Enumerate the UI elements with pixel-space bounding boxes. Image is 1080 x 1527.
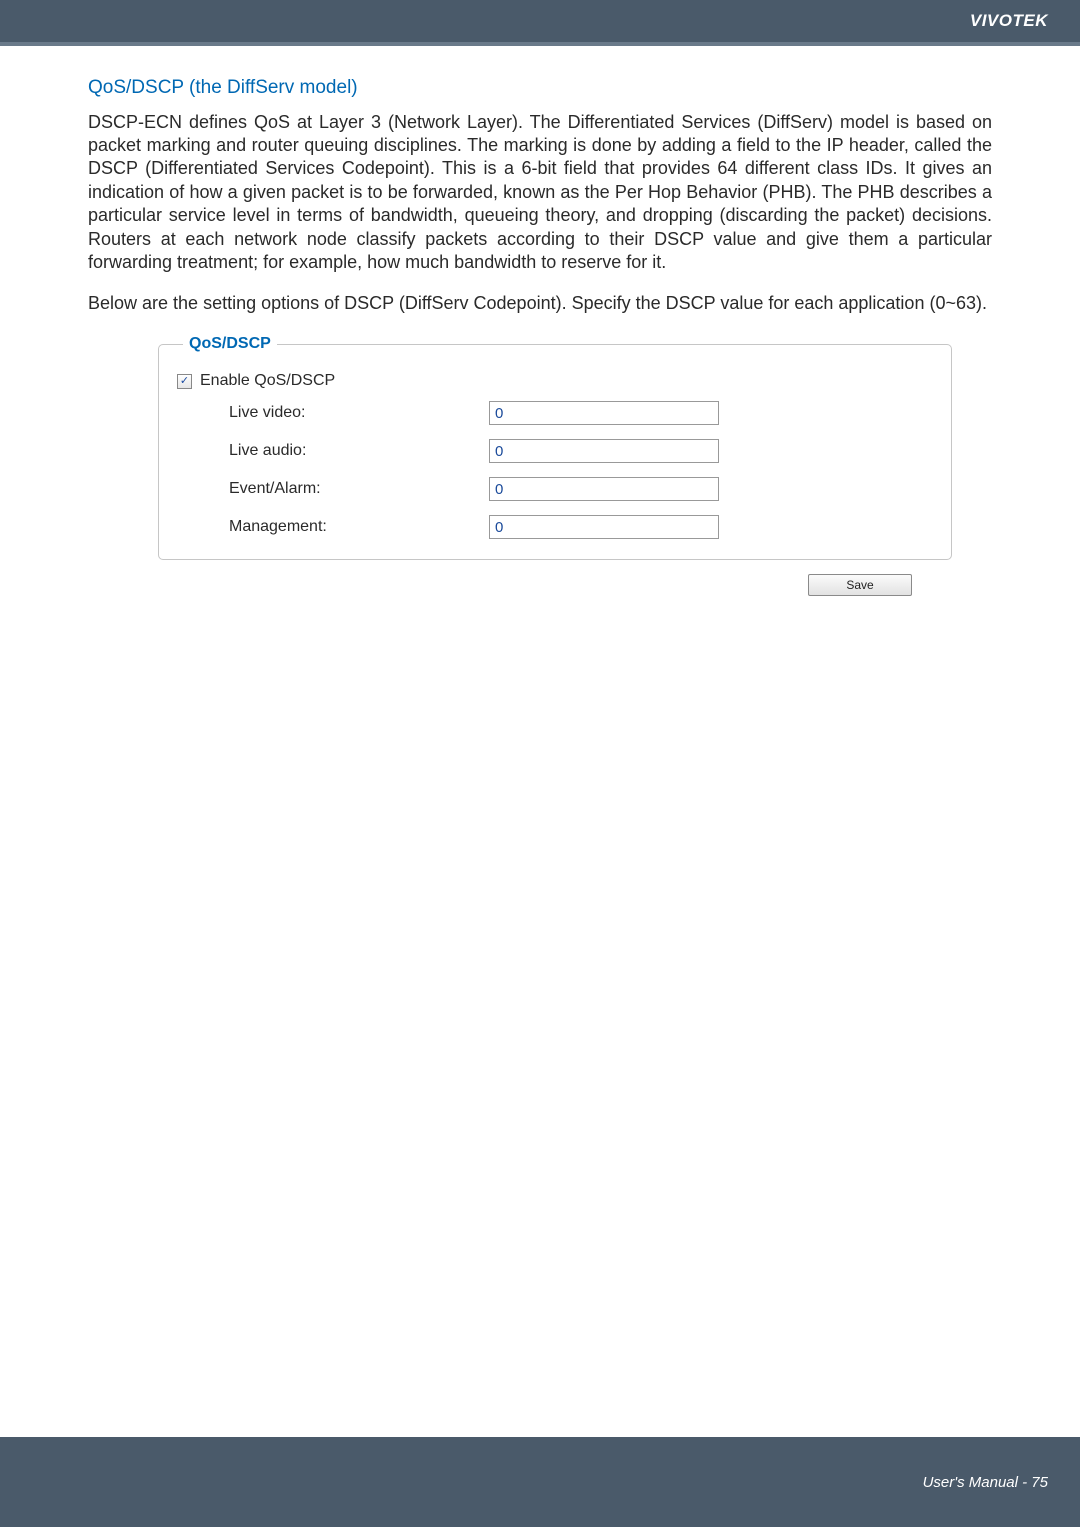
row-management: Management: [229, 515, 933, 539]
header-bar: VIVOTEK [0, 0, 1080, 42]
fieldset-legend: QoS/DSCP [183, 334, 277, 355]
section-title: QoS/DSCP (the DiffServ model) [88, 76, 992, 101]
input-live-video[interactable] [489, 401, 719, 425]
enable-qos-checkbox[interactable]: ✓ [177, 374, 192, 389]
paragraph-1: DSCP-ECN defines QoS at Layer 3 (Network… [88, 111, 992, 275]
save-row: Save [158, 574, 912, 596]
dscp-rows: Live video: Live audio: Event/Alarm: Man… [229, 401, 933, 539]
footer-bar: User's Manual - 75 [0, 1437, 1080, 1527]
footer-text: User's Manual - 75 [923, 1474, 1048, 1491]
row-live-video: Live video: [229, 401, 933, 425]
input-management[interactable] [489, 515, 719, 539]
row-live-audio: Live audio: [229, 439, 933, 463]
paragraph-2: Below are the setting options of DSCP (D… [88, 292, 992, 315]
input-live-audio[interactable] [489, 439, 719, 463]
label-live-video: Live video: [229, 403, 489, 424]
enable-qos-row[interactable]: ✓ Enable QoS/DSCP [177, 371, 933, 392]
brand-name: VIVOTEK [970, 11, 1048, 31]
save-button[interactable]: Save [808, 574, 912, 596]
label-management: Management: [229, 517, 489, 538]
label-event-alarm: Event/Alarm: [229, 479, 489, 500]
label-live-audio: Live audio: [229, 441, 489, 462]
qos-dscp-fieldset: QoS/DSCP ✓ Enable QoS/DSCP Live video: L… [158, 334, 952, 561]
content-area: QoS/DSCP (the DiffServ model) DSCP-ECN d… [0, 46, 1080, 596]
input-event-alarm[interactable] [489, 477, 719, 501]
enable-qos-label: Enable QoS/DSCP [200, 371, 335, 392]
row-event-alarm: Event/Alarm: [229, 477, 933, 501]
